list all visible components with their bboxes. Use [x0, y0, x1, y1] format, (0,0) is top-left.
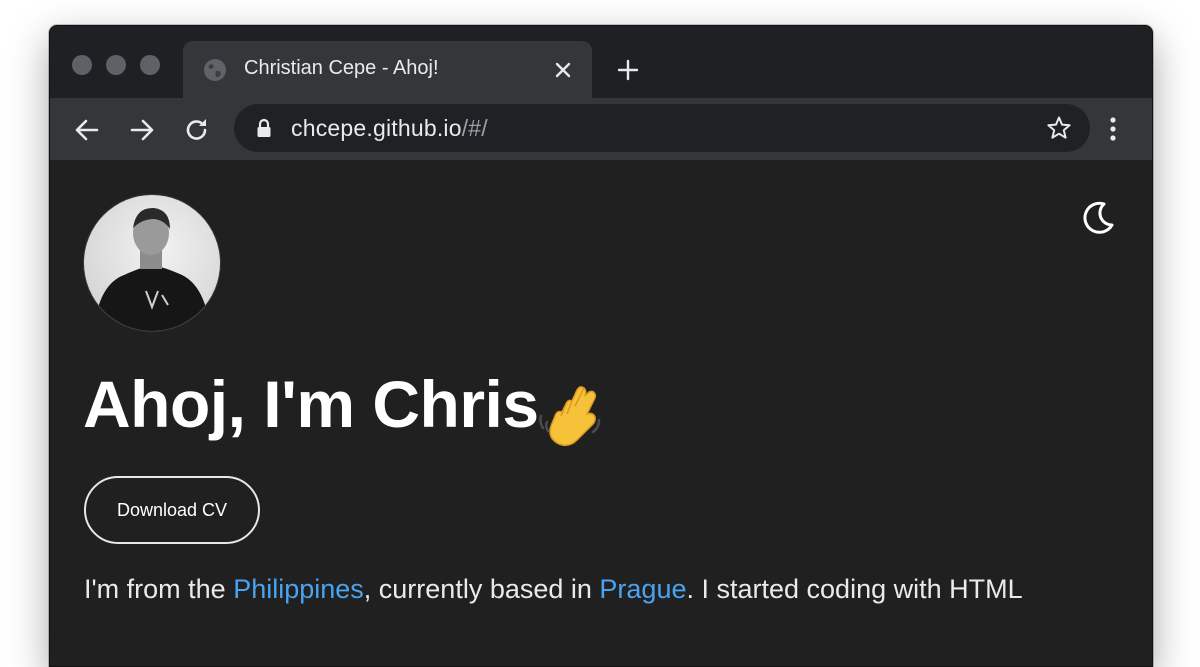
close-icon[interactable] [552, 59, 574, 81]
url-host: chcepe.github.io [291, 115, 462, 141]
kebab-menu-icon[interactable] [1104, 115, 1122, 143]
person-silhouette [94, 207, 210, 331]
browser-tab[interactable]: Christian Cepe - Ahoj! [183, 41, 592, 98]
title-bar: Christian Cepe - Ahoj! [50, 26, 1152, 98]
address-bar[interactable]: chcepe.github.io/#/ [234, 104, 1090, 152]
moon-icon[interactable] [1077, 198, 1117, 238]
intro-part-2: , currently based in [363, 574, 600, 604]
download-cv-button[interactable]: Download CV [84, 476, 260, 544]
avatar [84, 195, 220, 331]
page-title: Ahoj, I'm Chris [83, 367, 539, 441]
waving-hand-icon [539, 386, 601, 447]
browser-toolbar: chcepe.github.io/#/ [50, 98, 1152, 160]
page-content: Ahoj, I'm Chris Download CV I'm from the… [50, 160, 1152, 666]
window-zoom-dot[interactable] [140, 55, 160, 75]
globe-icon [204, 59, 226, 81]
reload-icon[interactable] [183, 116, 211, 144]
window-minimize-dot[interactable] [106, 55, 126, 75]
prague-link[interactable]: Prague [599, 574, 686, 604]
plus-icon[interactable] [616, 58, 640, 82]
intro-text: I'm from the Philippines, currently base… [84, 574, 1023, 605]
intro-part-3: . I started coding with HTML [686, 574, 1023, 604]
browser-window: Christian Cepe - Ahoj! chcepe.github.io/… [49, 25, 1153, 667]
window-close-dot[interactable] [72, 55, 92, 75]
url-text[interactable]: chcepe.github.io/#/ [291, 115, 488, 142]
lock-icon[interactable] [254, 117, 274, 139]
arrow-right-icon[interactable] [128, 116, 156, 144]
star-icon[interactable] [1046, 115, 1072, 141]
philippines-link[interactable]: Philippines [233, 574, 364, 604]
arrow-left-icon[interactable] [73, 116, 101, 144]
intro-part-1: I'm from the [84, 574, 234, 604]
tab-title: Christian Cepe - Ahoj! [244, 57, 439, 79]
url-path: /#/ [461, 115, 488, 141]
